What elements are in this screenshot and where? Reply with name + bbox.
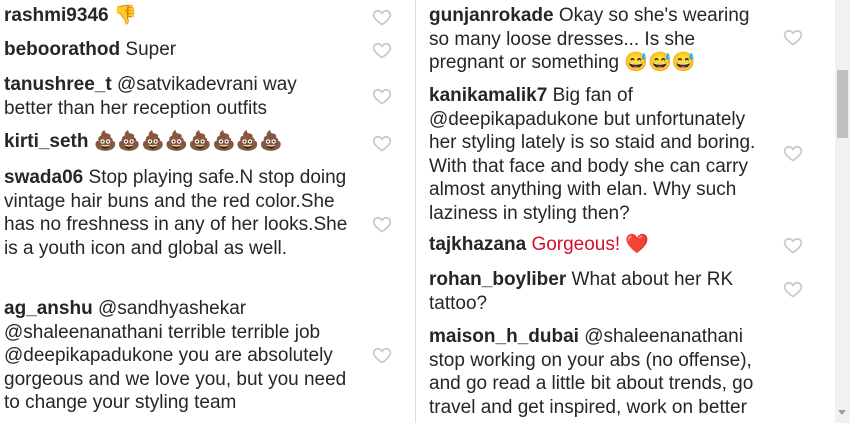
heart-outline-icon[interactable] [372,40,392,60]
comment-text: Super [125,39,177,60]
comment-item: ag_anshu @sandhyashekar @shaleenanathani… [4,297,354,415]
comments-column-left: rashmi9346 👎 beboorathod Super tanushree… [0,0,412,423]
heart-outline-icon[interactable] [783,27,803,47]
comment-username[interactable]: maison_h_dubai [429,326,579,347]
heart-outline-icon[interactable] [372,86,392,106]
comment-username[interactable]: ag_anshu [4,298,93,319]
column-divider [415,0,416,423]
comment-item: tajkhazana Gorgeous! ❤️ [429,233,774,257]
comment-username[interactable]: tajkhazana [429,234,526,255]
comment-username[interactable]: rashmi9346 [4,5,109,26]
comment-item: kirti_seth 💩💩💩💩💩💩💩💩 [4,130,354,154]
comment-username[interactable]: rohan_boyliber [429,269,566,290]
heart-outline-icon[interactable] [372,214,392,234]
comments-column-right: gunjanrokade Okay so she's wearing so ma… [425,0,833,423]
heart-outline-icon[interactable] [783,235,803,255]
comment-item: tanushree_t @satvikadevrani way better t… [4,73,334,120]
scroll-down-arrow-icon[interactable] [838,410,846,415]
comment-username[interactable]: gunjanrokade [429,5,554,26]
comment-username[interactable]: tanushree_t [4,74,112,95]
comment-text: Gorgeous! ❤️ [531,234,650,255]
heart-outline-icon[interactable] [372,7,392,27]
comment-item: maison_h_dubai @shaleenanathani stop wor… [429,325,774,419]
heart-outline-icon[interactable] [372,345,392,365]
comment-username[interactable]: swada06 [4,167,83,188]
comment-item: beboorathod Super [4,38,354,62]
comment-item: gunjanrokade Okay so she's wearing so ma… [429,4,759,75]
comment-item: rohan_boyliber What about her RK tattoo? [429,268,749,315]
comment-username[interactable]: beboorathod [4,39,120,60]
scrollbar-thumb[interactable] [837,70,848,138]
heart-outline-icon[interactable] [372,133,392,153]
comment-username[interactable]: kanikamalik7 [429,85,547,106]
comment-item: swada06 Stop playing safe.N stop doing v… [4,166,364,260]
comment-item: rashmi9346 👎 [4,4,354,28]
comment-text: 💩💩💩💩💩💩💩💩 [93,131,284,152]
heart-outline-icon[interactable] [783,279,803,299]
vertical-scrollbar[interactable] [835,0,850,423]
comment-username[interactable]: kirti_seth [4,131,88,152]
comment-item: kanikamalik7 Big fan of @deepikapadukone… [429,84,774,225]
comment-text: 👎 [113,5,138,26]
heart-outline-icon[interactable] [783,143,803,163]
